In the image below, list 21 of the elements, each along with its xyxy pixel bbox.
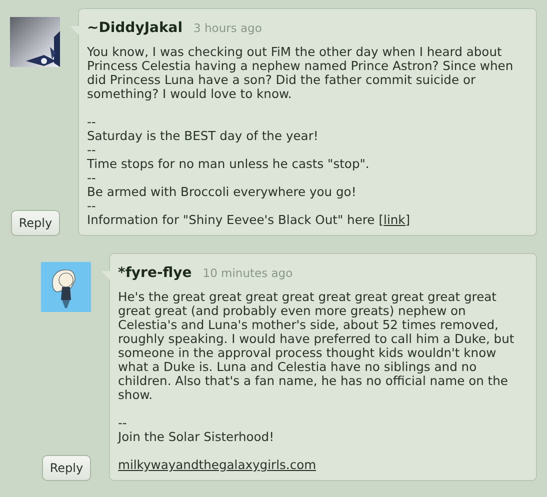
signature-divider: -- [87,199,97,213]
signature-divider: -- [87,143,97,157]
signature-text: Time stops for no man unless he casts "stop". [87,157,370,171]
timestamp: 10 minutes ago [202,266,293,280]
signature-divider: -- [87,171,97,185]
signature-divider: -- [118,416,128,430]
signature-link[interactable]: [link] [378,213,410,227]
signature-text: Be armed with Broccoli everywhere you go! [87,185,358,199]
comment-text: You know, I was checking out FiM the other day when I heard about Princess Celestia having a nephew named Prince Astron? Since when did Princess Luna have a son? Did the father commit suicide or something? I would love to know. [87,45,514,101]
comment-text: He's the great great great great great great great great great great great (and probably even more greats) nephew on Celestia's and Luna's mother's side, about 52 times removed, roughly speaking. I would have preferred to call him a Duke, but someone in the approval process thought kids wouldn't know what a Duke is. Luna and Celestia have no siblings and no children. Also that's a fan name, he has no official name on the show. [118,290,516,402]
username[interactable]: *fyre-flye [118,265,192,281]
signature-link[interactable]: milkywayandthegalaxygirls.com [118,458,316,472]
reply-button[interactable]: Reply [11,210,60,236]
signature-text: Join the Solar Sisterhood! [118,430,276,444]
reply-button[interactable]: Reply [42,455,91,481]
timestamp: 3 hours ago [194,21,262,35]
avatar-figure-icon [41,262,91,312]
signature-divider: -- [87,115,97,129]
signature-text: Information for "Shiny Eevee's Black Out" here [87,213,375,227]
username[interactable]: ~DiddyJakal [87,20,183,36]
signature-text: Saturday is the BEST day of the year! [87,129,320,143]
